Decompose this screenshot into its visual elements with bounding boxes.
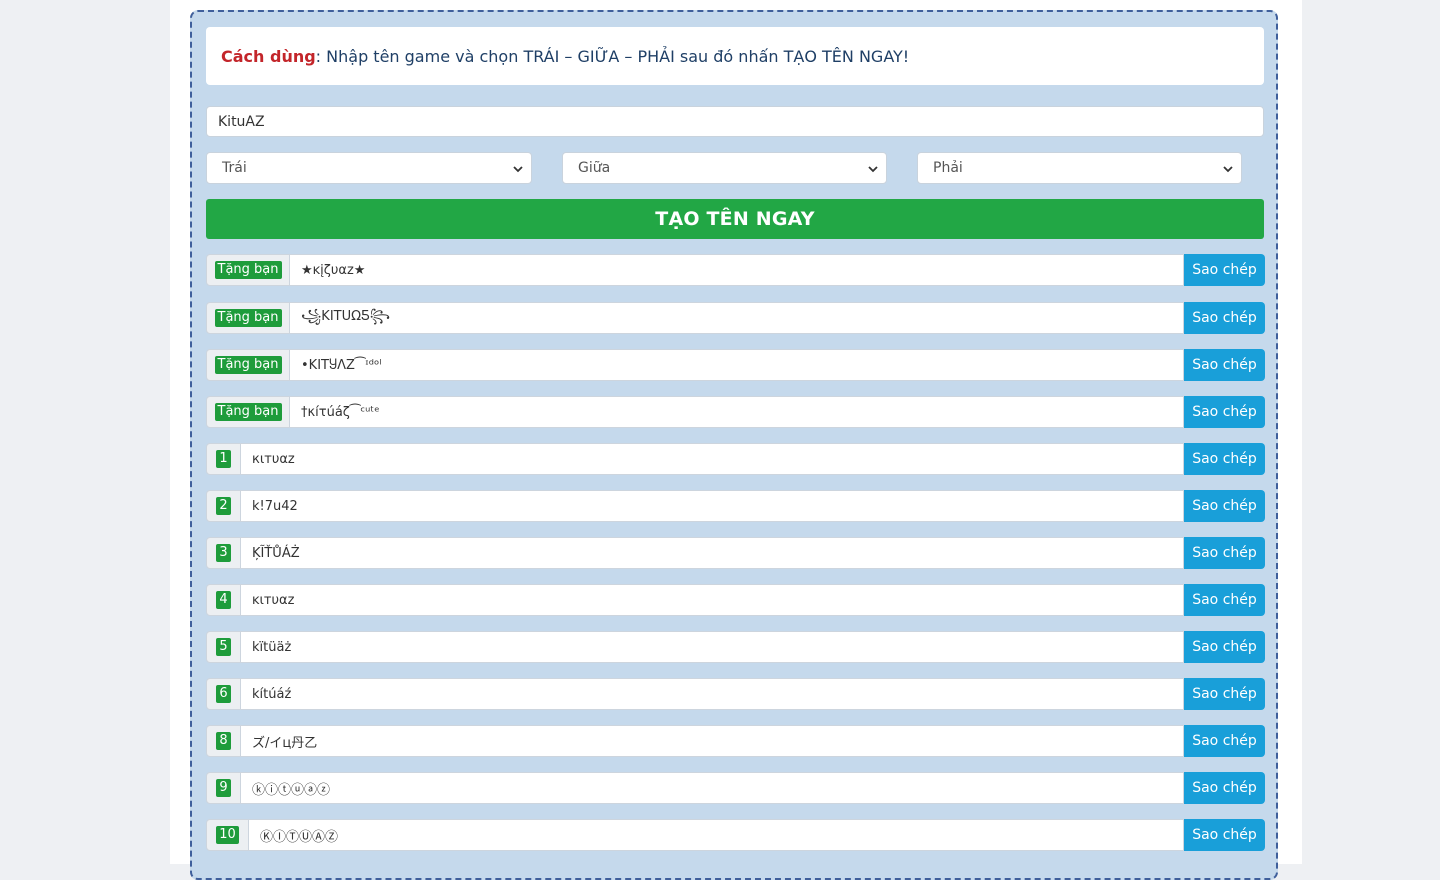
usage-label: Cách dùng (221, 46, 316, 66)
result-field[interactable]: kítúáź (241, 678, 1184, 710)
row-prefix: 10 (206, 819, 249, 851)
number-badge: 10 (216, 826, 239, 844)
row-prefix: Tặng bạn (206, 349, 290, 381)
row-prefix: 4 (206, 584, 241, 616)
result-field[interactable]: кιтυαz (241, 443, 1184, 475)
gift-badge: Tặng bạn (214, 356, 282, 374)
result-field[interactable]: †κíτúáζ⁀ᶜᵘᵗᵉ (290, 396, 1184, 428)
result-field[interactable]: ꧁KITUΩƼ꧂ (290, 302, 1184, 334)
copy-button[interactable]: Sao chép (1184, 678, 1265, 710)
copy-button[interactable]: Sao chép (1184, 584, 1265, 616)
game-name-input[interactable] (206, 106, 1264, 137)
result-field[interactable]: k!7u42 (241, 490, 1184, 522)
number-badge: 9 (216, 779, 231, 797)
right-select-value: Phải (933, 160, 963, 176)
number-badge: 1 (216, 450, 231, 468)
numbered-row: 6 kítúáź Sao chép (206, 678, 1265, 710)
copy-button[interactable]: Sao chép (1184, 490, 1265, 522)
gift-badge: Tặng bạn (214, 403, 282, 421)
gift-row: Tặng bạn ★ĸįζυαz★ Sao chép (206, 254, 1265, 286)
gift-row: Tặng bạn †κíτúáζ⁀ᶜᵘᵗᵉ Sao chép (206, 396, 1265, 428)
result-field[interactable]: ★ĸįζυαz★ (290, 254, 1184, 286)
result-field[interactable]: ĶĨŤŮÁŻ (241, 537, 1184, 569)
copy-button[interactable]: Sao chép (1184, 772, 1265, 804)
gift-badge: Tặng bạn (214, 309, 282, 327)
numbered-row: 5 kïtüäż Sao chép (206, 631, 1265, 663)
number-badge: 2 (216, 497, 231, 515)
numbered-row: 2 k!7u42 Sao chép (206, 490, 1265, 522)
row-prefix: 3 (206, 537, 241, 569)
numbered-row: 8 ズ/イц丹乙 Sao chép (206, 725, 1265, 757)
number-badge: 4 (216, 591, 231, 609)
row-prefix: 1 (206, 443, 241, 475)
numbered-row: 9 ⓚⓘⓣⓤⓐⓩ Sao chép (206, 772, 1265, 804)
right-decoration-select[interactable]: Phải (917, 152, 1242, 184)
numbered-row: 4 ĸιтυαz Sao chép (206, 584, 1265, 616)
left-select-value: Trái (222, 160, 247, 176)
middle-decoration-select[interactable]: Giữa (562, 152, 887, 184)
numbered-row: 3 ĶĨŤŮÁŻ Sao chép (206, 537, 1265, 569)
result-field[interactable]: ズ/イц丹乙 (241, 725, 1184, 757)
gift-badge: Tặng bạn (214, 261, 282, 279)
gift-row: Tặng bạn ꧁KITUΩƼ꧂ Sao chép (206, 302, 1265, 334)
result-field[interactable]: ĸιтυαz (241, 584, 1184, 616)
copy-button[interactable]: Sao chép (1184, 537, 1265, 569)
result-field[interactable]: ⓀⒾⓉⓊⒶⓏ (249, 819, 1184, 851)
row-prefix: 2 (206, 490, 241, 522)
number-badge: 5 (216, 638, 231, 656)
numbered-row: 1 кιтυαz Sao chép (206, 443, 1265, 475)
copy-button[interactable]: Sao chép (1184, 254, 1265, 286)
row-prefix: 6 (206, 678, 241, 710)
row-prefix: Tặng bạn (206, 396, 290, 428)
number-badge: 3 (216, 544, 231, 562)
row-prefix: 8 (206, 725, 241, 757)
numbered-row: 10 ⓀⒾⓉⓊⒶⓏ Sao chép (206, 819, 1265, 851)
result-field[interactable]: kïtüäż (241, 631, 1184, 663)
middle-select-value: Giữa (578, 160, 611, 176)
number-badge: 8 (216, 732, 231, 750)
usage-instructions: Cách dùng: Nhập tên game và chọn TRÁI – … (206, 27, 1264, 85)
chevron-down-icon (1223, 166, 1233, 173)
gift-row: Tặng bạn •KITႸΛZ⁀ᶦᵈᵒˡ Sao chép (206, 349, 1265, 381)
copy-button[interactable]: Sao chép (1184, 302, 1265, 334)
result-field[interactable]: •KITႸΛZ⁀ᶦᵈᵒˡ (290, 349, 1184, 381)
chevron-down-icon (513, 166, 523, 173)
generate-name-button[interactable]: TẠO TÊN NGAY (206, 199, 1264, 239)
number-badge: 6 (216, 685, 231, 703)
chevron-down-icon (868, 166, 878, 173)
copy-button[interactable]: Sao chép (1184, 396, 1265, 428)
row-prefix: Tặng bạn (206, 302, 290, 334)
copy-button[interactable]: Sao chép (1184, 631, 1265, 663)
left-decoration-select[interactable]: Trái (206, 152, 532, 184)
row-prefix: 9 (206, 772, 241, 804)
row-prefix: 5 (206, 631, 241, 663)
result-field[interactable]: ⓚⓘⓣⓤⓐⓩ (241, 772, 1184, 804)
row-prefix: Tặng bạn (206, 254, 290, 286)
usage-text: : Nhập tên game và chọn TRÁI – GIỮA – PH… (315, 46, 910, 66)
copy-button[interactable]: Sao chép (1184, 819, 1265, 851)
copy-button[interactable]: Sao chép (1184, 725, 1265, 757)
copy-button[interactable]: Sao chép (1184, 349, 1265, 381)
copy-button[interactable]: Sao chép (1184, 443, 1265, 475)
